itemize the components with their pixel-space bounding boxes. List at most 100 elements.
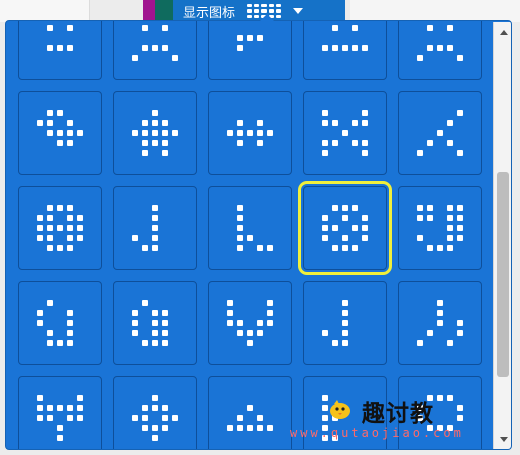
led-on bbox=[142, 150, 148, 156]
icon-tile-2[interactable] bbox=[113, 21, 197, 80]
led-off bbox=[332, 20, 338, 21]
led-off bbox=[427, 235, 433, 241]
scroll-down-button[interactable] bbox=[494, 431, 511, 447]
icon-tile-10[interactable] bbox=[398, 91, 482, 175]
led-off bbox=[352, 20, 358, 21]
led-on bbox=[67, 405, 73, 411]
icon-tile-21[interactable] bbox=[18, 376, 102, 449]
led-off bbox=[257, 235, 263, 241]
icon-tile-1[interactable] bbox=[18, 20, 102, 80]
icon-tile-19[interactable] bbox=[303, 281, 387, 365]
led-on bbox=[77, 225, 83, 231]
led-off bbox=[37, 340, 43, 346]
led-off bbox=[67, 35, 73, 41]
icon-dropdown-button[interactable] bbox=[243, 0, 310, 22]
led-off bbox=[77, 435, 83, 441]
led-on bbox=[67, 215, 73, 221]
led-off bbox=[77, 310, 83, 316]
icon-tile-22[interactable] bbox=[113, 376, 197, 449]
icon-tile-7[interactable] bbox=[113, 91, 197, 175]
icon-tile-12[interactable] bbox=[113, 186, 197, 270]
led-off bbox=[427, 130, 433, 136]
led-on bbox=[237, 140, 243, 146]
led-off bbox=[257, 300, 263, 306]
led-on bbox=[152, 225, 158, 231]
led-on bbox=[152, 435, 158, 441]
led-on bbox=[342, 320, 348, 326]
led-off bbox=[77, 330, 83, 336]
led-on bbox=[362, 215, 368, 221]
icon-tile-16[interactable] bbox=[18, 281, 102, 365]
led-off bbox=[437, 110, 443, 116]
led-off bbox=[142, 215, 148, 221]
led-on bbox=[142, 405, 148, 411]
icon-tile-24[interactable] bbox=[303, 376, 387, 449]
icon-tile-18[interactable] bbox=[208, 281, 292, 365]
led-on bbox=[37, 120, 43, 126]
led-on bbox=[67, 225, 73, 231]
icon-tile-8[interactable] bbox=[208, 91, 292, 175]
led-off bbox=[132, 35, 138, 41]
vertical-scrollbar[interactable] bbox=[493, 22, 511, 449]
led-on bbox=[437, 245, 443, 251]
icon-tile-4[interactable] bbox=[303, 20, 387, 80]
icon-tile-3[interactable] bbox=[208, 21, 292, 80]
icon-tile-6[interactable] bbox=[18, 91, 102, 175]
led-off bbox=[227, 150, 233, 156]
icon-tile-20[interactable] bbox=[398, 281, 482, 365]
led-on bbox=[152, 320, 158, 326]
led-pattern-icon bbox=[132, 300, 178, 346]
led-on bbox=[152, 310, 158, 316]
led-on bbox=[162, 330, 168, 336]
led-off bbox=[447, 320, 453, 326]
led-on bbox=[162, 340, 168, 346]
icon-tile-5[interactable] bbox=[398, 21, 482, 80]
led-on bbox=[67, 140, 73, 146]
icon-tile-15[interactable] bbox=[398, 186, 482, 270]
led-off bbox=[77, 35, 83, 41]
led-off bbox=[227, 235, 233, 241]
icon-tile-11[interactable] bbox=[18, 186, 102, 270]
led-off bbox=[332, 35, 338, 41]
led-off bbox=[237, 300, 243, 306]
led-off bbox=[332, 215, 338, 221]
led-off bbox=[162, 215, 168, 221]
led-on bbox=[132, 130, 138, 136]
icon-tile-23[interactable] bbox=[208, 376, 292, 449]
show-icon-label: 显示图标 bbox=[183, 4, 236, 20]
led-on bbox=[162, 310, 168, 316]
led-off bbox=[267, 205, 273, 211]
led-off bbox=[77, 205, 83, 211]
led-off bbox=[427, 310, 433, 316]
led-off bbox=[152, 415, 158, 421]
led-off bbox=[57, 20, 63, 21]
icon-tile-25[interactable] bbox=[398, 376, 482, 449]
led-off bbox=[247, 45, 253, 51]
led-off bbox=[37, 110, 43, 116]
led-off bbox=[332, 425, 338, 431]
scroll-up-button[interactable] bbox=[494, 24, 511, 40]
led-off bbox=[447, 110, 453, 116]
led-off bbox=[132, 25, 138, 31]
led-on bbox=[77, 235, 83, 241]
led-off bbox=[267, 415, 273, 421]
scrollbar-thumb[interactable] bbox=[497, 172, 509, 377]
led-off bbox=[437, 140, 443, 146]
led-on bbox=[152, 330, 158, 336]
icon-tile-9[interactable] bbox=[303, 91, 387, 175]
led-off bbox=[67, 395, 73, 401]
led-on bbox=[267, 310, 273, 316]
led-on bbox=[152, 215, 158, 221]
led-off bbox=[437, 340, 443, 346]
icon-tile-14[interactable] bbox=[298, 181, 392, 275]
led-off bbox=[142, 110, 148, 116]
led-on bbox=[417, 235, 423, 241]
led-off bbox=[247, 415, 253, 421]
led-off bbox=[247, 245, 253, 251]
led-off bbox=[332, 405, 338, 411]
icon-tile-17[interactable] bbox=[113, 281, 197, 365]
led-on bbox=[142, 425, 148, 431]
led-off bbox=[132, 215, 138, 221]
icon-tile-13[interactable] bbox=[208, 186, 292, 270]
led-on bbox=[332, 340, 338, 346]
